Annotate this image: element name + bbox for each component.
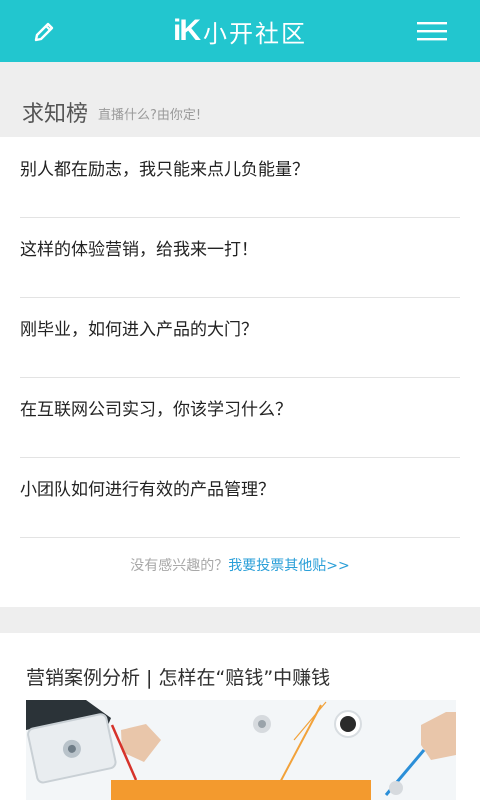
question-item[interactable]: 这样的体验营销，给我来一打！	[20, 217, 460, 298]
question-item[interactable]: 在互联网公司实习，你该学习什么？	[20, 377, 460, 458]
section-title: 求知榜	[22, 102, 89, 127]
section-divider	[0, 607, 480, 633]
article-cover-image[interactable]	[26, 700, 456, 800]
question-item[interactable]: 别人都在励志，我只能来点儿负能量？	[20, 137, 460, 218]
vote-other-link[interactable]: 我要投票其他贴>>	[228, 558, 349, 574]
article-card[interactable]: 营销案例分析 | 怎样在“赔钱”中赚钱	[0, 633, 480, 800]
more-prompt: 没有感兴趣的？我要投票其他贴>>	[0, 555, 480, 575]
section-header: 求知榜 直播什么?由你定!	[0, 62, 480, 137]
section-subtitle: 直播什么?由你定!	[98, 108, 202, 123]
question-text: 在互联网公司实习，你该学习什么？	[20, 400, 292, 420]
question-item[interactable]: 小团队如何进行有效的产品管理？	[20, 457, 460, 538]
more-prompt-text: 没有感兴趣的？	[130, 558, 229, 574]
question-text: 别人都在励志，我只能来点儿负能量？	[20, 160, 309, 180]
menu-button[interactable]	[402, 0, 462, 62]
article-title: 营销案例分析 | 怎样在“赔钱”中赚钱	[26, 667, 331, 689]
question-item[interactable]: 刚毕业，如何进入产品的大门？	[20, 297, 460, 378]
question-text: 刚毕业，如何进入产品的大门？	[20, 320, 258, 340]
cover-illustration	[26, 700, 456, 800]
app-header: iK 小开社区	[0, 0, 480, 62]
question-text: 小团队如何进行有效的产品管理？	[20, 480, 275, 500]
logo-mark: iK	[173, 14, 201, 47]
app-title: 小开社区	[203, 19, 307, 48]
question-list: 别人都在励志，我只能来点儿负能量？ 这样的体验营销，给我来一打！ 刚毕业，如何进…	[0, 137, 480, 607]
question-text: 这样的体验营销，给我来一打！	[20, 240, 258, 260]
menu-icon	[417, 22, 447, 41]
